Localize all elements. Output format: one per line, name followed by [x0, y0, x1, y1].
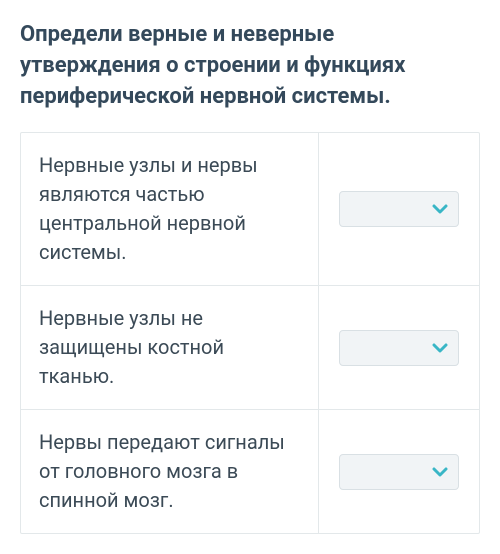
statement-text: Нервы передают сигналы от головного мозг… — [21, 410, 319, 533]
control-cell — [319, 312, 479, 384]
answer-dropdown[interactable] — [339, 191, 459, 227]
table-row: Нервные узлы и нервы являются частью цен… — [21, 133, 479, 286]
control-cell — [319, 173, 479, 245]
table-row: Нервные узлы не защищены костной тканью. — [21, 286, 479, 410]
chevron-down-icon — [432, 204, 448, 214]
statement-text: Нервные узлы не защищены костной тканью. — [21, 286, 319, 409]
answer-dropdown[interactable] — [339, 330, 459, 366]
chevron-down-icon — [432, 343, 448, 353]
table-row: Нервы передают сигналы от головного мозг… — [21, 410, 479, 533]
statement-text: Нервные узлы и нервы являются частью цен… — [21, 133, 319, 285]
answer-dropdown[interactable] — [339, 454, 459, 490]
control-cell — [319, 436, 479, 508]
statements-table: Нервные узлы и нервы являются частью цен… — [20, 132, 480, 534]
question-prompt: Определи верные и неверные утверждения о… — [20, 20, 480, 112]
chevron-down-icon — [432, 467, 448, 477]
